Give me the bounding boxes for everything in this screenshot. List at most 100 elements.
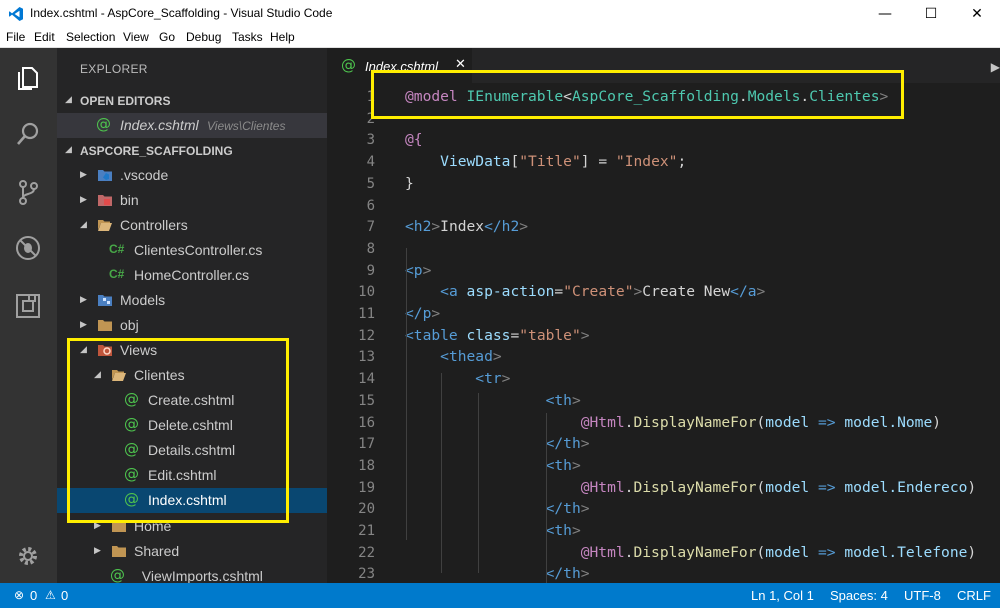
menu-view[interactable]: View xyxy=(123,30,149,44)
chevron-down-icon: ◢ xyxy=(65,144,72,154)
open-editor-item[interactable]: @ Index.cshtml Views\Clientes xyxy=(57,113,327,138)
csharp-icon: C# xyxy=(109,267,125,281)
code-line[interactable]: <thead> xyxy=(405,348,502,365)
tree-item-clientescontroller[interactable]: C# ClientesController.cs xyxy=(57,238,327,263)
menu-selection[interactable]: Selection xyxy=(66,30,115,44)
minimize-button[interactable]: — xyxy=(862,0,908,28)
line-number: 2 xyxy=(366,110,375,127)
line-number: 9 xyxy=(366,262,375,279)
code-line[interactable]: @{ xyxy=(405,131,423,148)
close-window-button[interactable]: ✕ xyxy=(954,0,1000,28)
project-header[interactable]: ◢ ASPCORE_SCAFFOLDING xyxy=(57,138,327,163)
line-ending[interactable]: CRLF xyxy=(957,588,991,603)
explorer-activity-button[interactable] xyxy=(0,52,57,100)
code-line[interactable]: <table class="table"> xyxy=(405,327,590,344)
code-line[interactable]: } xyxy=(405,175,414,192)
code-line[interactable]: </th> xyxy=(405,500,590,517)
maximize-button[interactable]: ☐ xyxy=(908,0,954,28)
tree-item-homecontroller[interactable]: C# HomeController.cs xyxy=(57,263,327,288)
error-icon[interactable]: ⊗ xyxy=(14,588,24,602)
menu-go[interactable]: Go xyxy=(159,30,175,44)
indent-guide xyxy=(478,393,479,573)
settings-icon xyxy=(19,547,37,565)
activity-bar xyxy=(0,48,57,583)
cursor-position[interactable]: Ln 1, Col 1 xyxy=(751,588,814,603)
title-bar: Index.cshtml - AspCore_Scaffolding - Vis… xyxy=(0,0,1000,28)
source-control-activity-button[interactable] xyxy=(0,166,57,214)
tree-label: HomeController.cs xyxy=(134,267,250,283)
tree-item-vscode[interactable]: ▶ .vscode xyxy=(57,163,327,188)
indentation[interactable]: Spaces: 4 xyxy=(830,588,888,603)
menu-bar: File Edit Selection View Go Debug Tasks … xyxy=(0,28,1000,48)
code-line[interactable]: <th> xyxy=(405,522,581,539)
chevron-down-icon: ◢ xyxy=(65,94,72,104)
line-number: 19 xyxy=(358,479,375,496)
menu-edit[interactable]: Edit xyxy=(34,30,55,44)
tree-item-models[interactable]: ▶ Models xyxy=(57,288,327,313)
vscode-folder-icon xyxy=(98,170,112,181)
code-line[interactable]: </th> xyxy=(405,565,590,582)
menu-help[interactable]: Help xyxy=(270,30,295,44)
code-line[interactable]: <a asp-action="Create">Create New</a> xyxy=(405,283,765,300)
encoding[interactable]: UTF-8 xyxy=(904,588,941,603)
code-line[interactable]: <p> xyxy=(405,262,431,279)
extensions-activity-button[interactable] xyxy=(0,280,57,328)
warning-icon[interactable]: ⚠ xyxy=(45,588,56,602)
menu-tasks[interactable]: Tasks xyxy=(232,30,263,44)
chevron-right-icon: ▶ xyxy=(80,169,87,179)
chevron-right-icon: ▶ xyxy=(80,194,87,204)
line-number: 13 xyxy=(358,349,375,366)
source-control-icon xyxy=(19,180,38,205)
line-number: 15 xyxy=(358,392,375,409)
folder-open-icon xyxy=(98,220,112,231)
tree-item-bin[interactable]: ▶ bin xyxy=(57,188,327,213)
tree-label: obj xyxy=(120,317,139,333)
open-editors-header[interactable]: ◢ OPEN EDITORS xyxy=(57,88,327,113)
line-number: 3 xyxy=(366,132,375,149)
menu-debug[interactable]: Debug xyxy=(186,30,221,44)
line-number: 4 xyxy=(366,154,375,171)
code-line[interactable]: </p> xyxy=(405,305,440,322)
debug-activity-button[interactable] xyxy=(0,222,57,270)
code-editor[interactable]: 1 @model IEnumerable<AspCore_Scaffolding.… xyxy=(327,83,1000,583)
line-number: 23 xyxy=(358,566,375,583)
code-line[interactable]: @Html.DisplayNameFor(model => model.Tele… xyxy=(405,544,976,561)
line-number: 17 xyxy=(358,436,375,453)
error-count[interactable]: 0 xyxy=(30,588,37,603)
tree-label: bin xyxy=(120,192,139,208)
tree-item-viewimports[interactable]: @ _ViewImports.cshtml xyxy=(57,564,327,583)
tree-label: _ViewImports.cshtml xyxy=(134,568,263,583)
code-line[interactable]: ViewData["Title"] = "Index"; xyxy=(405,153,686,170)
code-line[interactable]: @Html.DisplayNameFor(model => model.Ende… xyxy=(405,479,976,496)
debug-icon xyxy=(16,236,40,260)
warning-count[interactable]: 0 xyxy=(61,588,68,603)
code-line[interactable]: <th> xyxy=(405,392,581,409)
tree-item-obj[interactable]: ▶ obj xyxy=(57,313,327,338)
highlight-box-views xyxy=(67,338,289,523)
code-line[interactable]: <th> xyxy=(405,457,581,474)
line-number: 14 xyxy=(358,371,375,388)
line-number: 12 xyxy=(358,327,375,344)
line-number: 1 xyxy=(366,89,375,105)
models-folder-icon xyxy=(98,295,112,306)
tree-item-controllers[interactable]: ◢ Controllers xyxy=(57,213,327,238)
code-line[interactable]: </th> xyxy=(405,435,590,452)
razor-icon: @ xyxy=(96,115,111,133)
menu-file[interactable]: File xyxy=(6,30,25,44)
search-icon xyxy=(17,122,39,145)
razor-icon: @ xyxy=(341,56,356,74)
split-editor-icon[interactable]: ▶ xyxy=(991,60,1000,74)
code-line[interactable]: <tr> xyxy=(405,370,510,387)
folder-icon xyxy=(98,320,112,331)
tree-label: ClientesController.cs xyxy=(134,242,263,258)
line-number: 20 xyxy=(358,501,375,518)
search-activity-button[interactable] xyxy=(0,108,57,156)
tree-item-shared[interactable]: ▶ Shared xyxy=(57,539,327,564)
settings-activity-button[interactable] xyxy=(0,530,57,578)
indent-guide xyxy=(441,373,442,573)
code-line[interactable]: <h2>Index</h2> xyxy=(405,218,528,235)
status-bar: ⊗ 0 ⚠ 0 Ln 1, Col 1 Spaces: 4 UTF-8 CRLF xyxy=(0,583,1000,608)
line-number: 7 xyxy=(366,219,375,236)
code-line[interactable]: @Html.DisplayNameFor(model => model.Nome… xyxy=(405,414,941,431)
tree-label: .vscode xyxy=(120,167,169,183)
